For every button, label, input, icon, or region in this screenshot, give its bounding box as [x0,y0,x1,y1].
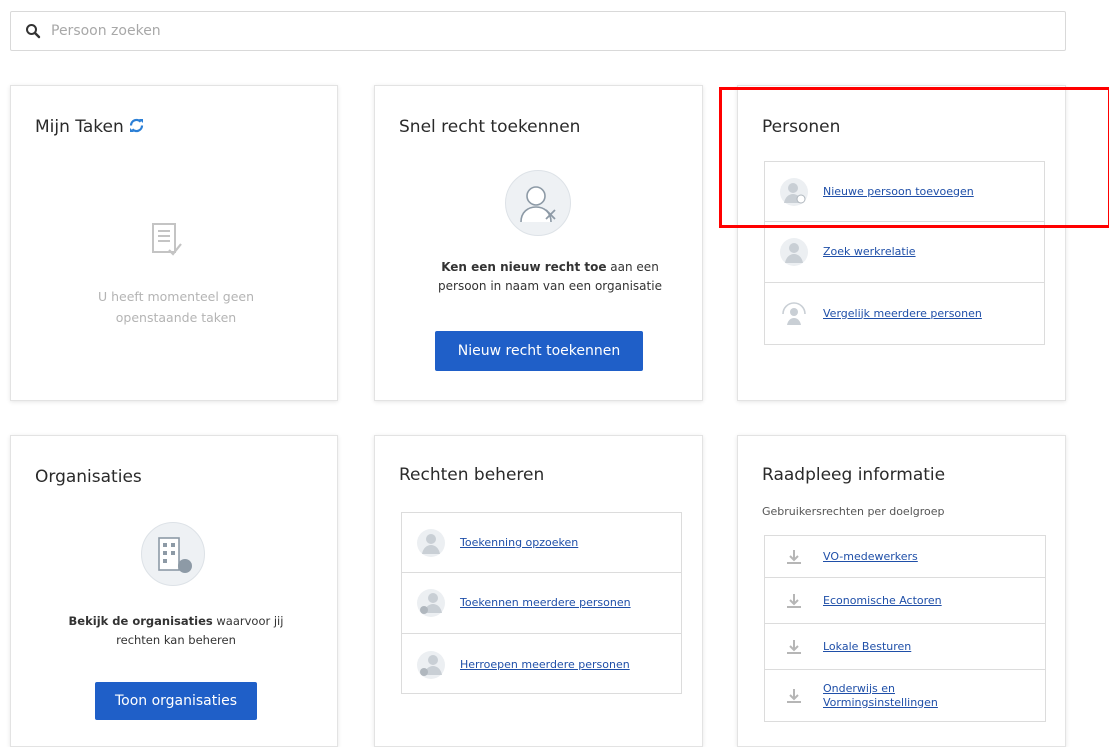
persons-card: Personen Nieuwe persoon toevoegen Zoek w… [737,85,1066,401]
list-item[interactable]: Vergelijk meerdere personen [765,283,1044,344]
search-relation-link[interactable]: Zoek werkrelatie [823,245,916,259]
refresh-icon[interactable] [128,117,145,139]
quick-grant-line2: persoon in naam van een organisatie [438,279,662,293]
persons-add-icon [416,588,446,618]
info-title: Raadpleeg informatie [762,465,946,485]
person-search-bar[interactable] [10,11,1066,51]
organisations-card: Organisaties Bekijk de organisaties waar… [10,435,338,747]
new-right-button[interactable]: Nieuw recht toekennen [435,331,643,371]
list-item[interactable]: Zoek werkrelatie [765,222,1044,283]
tasks-empty-line1: U heeft momenteel geen [97,289,255,304]
revoke-multiple-link[interactable]: Herroepen meerdere personen [460,658,630,672]
download-icon [779,681,809,711]
vo-employees-link[interactable]: VO-medewerkers [823,550,918,564]
list-item[interactable]: Lokale Besturen [765,624,1045,670]
grant-multiple-link[interactable]: Toekennen meerdere personen [460,596,631,610]
organisations-line2: rechten kan beheren [116,633,236,647]
show-organisations-button[interactable]: Toon organisaties [95,682,257,720]
education-institutions-link[interactable]: Onderwijs en Vormingsinstellingen [823,682,938,710]
compare-persons-link[interactable]: Vergelijk meerdere personen [823,307,982,321]
tasks-title: Mijn Taken [35,117,124,137]
local-governments-link[interactable]: Lokale Besturen [823,640,911,654]
building-icon [141,522,205,586]
add-person-icon [779,177,809,207]
info-link-list: VO-medewerkers Economische Actoren Lokal… [764,535,1046,722]
compare-persons-icon [779,299,809,329]
economic-actors-link[interactable]: Economische Actoren [823,594,942,608]
quick-grant-card: Snel recht toekennen Ken een nieuw recht… [374,85,703,401]
download-icon [779,632,809,662]
persons-title: Personen [762,117,841,137]
list-item[interactable]: Toekennen meerdere personen [402,573,681,634]
organisations-line1: Bekijk de organisaties waarvoor jij [31,612,321,631]
search-input[interactable] [51,23,951,39]
person-icon [779,237,809,267]
quick-grant-bold: Ken een nieuw recht toe [441,260,607,274]
rights-title: Rechten beheren [399,465,545,485]
persons-revoke-icon [416,650,446,680]
organisations-bold: Bekijk de organisaties [68,614,213,628]
list-item[interactable]: Toekenning opzoeken [402,513,681,573]
new-person-link[interactable]: Nieuwe persoon toevoegen [823,185,974,199]
rights-card: Rechten beheren Toekenning opzoeken Toek… [374,435,703,747]
quick-grant-line1: Ken een nieuw recht toe aan een [395,258,705,277]
tasks-empty-line2: openstaande taken [115,310,237,325]
list-item[interactable]: Herroepen meerdere personen [402,634,681,695]
download-icon [779,542,809,572]
search-icon [25,23,41,39]
tasks-empty-message: U heeft momenteel geen openstaande taken [51,286,301,328]
rights-link-list: Toekenning opzoeken Toekennen meerdere p… [401,512,682,694]
list-item[interactable]: VO-medewerkers [765,536,1045,578]
tasks-title-row: Mijn Taken [35,117,145,139]
person-key-icon [505,170,571,236]
list-item[interactable]: Economische Actoren [765,578,1045,624]
info-subtitle: Gebruikersrechten per doelgroep [762,505,945,518]
organisations-rest: waarvoor jij [212,614,284,628]
education-link-line2: Vormingsinstellingen [823,695,938,709]
tasks-checklist-icon [149,221,185,265]
quick-grant-title: Snel recht toekennen [399,117,581,137]
list-item[interactable]: Nieuwe persoon toevoegen [765,162,1044,222]
person-search-icon [416,528,446,558]
tasks-card: Mijn Taken U heeft momenteel geen openst… [10,85,338,401]
organisations-description: Bekijk de organisaties waarvoor jij rech… [31,612,321,650]
download-icon [779,586,809,616]
quick-grant-description: Ken een nieuw recht toe aan een persoon … [395,258,705,296]
organisations-title: Organisaties [35,467,142,487]
info-card: Raadpleeg informatie Gebruikersrechten p… [737,435,1066,747]
quick-grant-rest: aan een [606,260,659,274]
list-item[interactable]: Onderwijs en Vormingsinstellingen [765,670,1045,721]
education-link-line1: Onderwijs en [823,681,895,695]
persons-link-list: Nieuwe persoon toevoegen Zoek werkrelati… [764,161,1045,345]
lookup-grant-link[interactable]: Toekenning opzoeken [460,536,578,550]
